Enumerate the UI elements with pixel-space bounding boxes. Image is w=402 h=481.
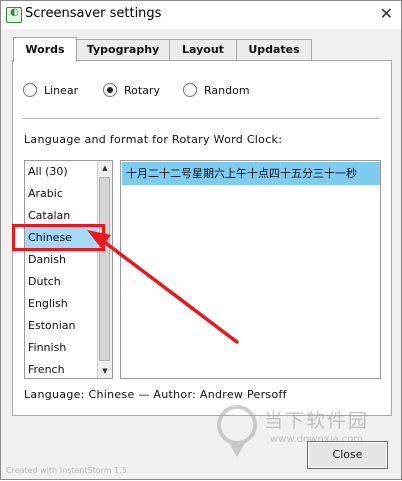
settings-window: ◐ Screensaver settings ✕ Words Typograph… xyxy=(0,0,402,480)
tab-words[interactable]: Words xyxy=(13,37,77,62)
watermark-text: 当下软件园 xyxy=(264,410,370,432)
close-button[interactable]: Close xyxy=(307,441,388,469)
watermark-logo-icon xyxy=(217,405,257,457)
credit-text: Created with InstantStorm 1.5 xyxy=(6,466,127,475)
watermark: 当下软件园 www.downxia.com xyxy=(215,403,367,464)
